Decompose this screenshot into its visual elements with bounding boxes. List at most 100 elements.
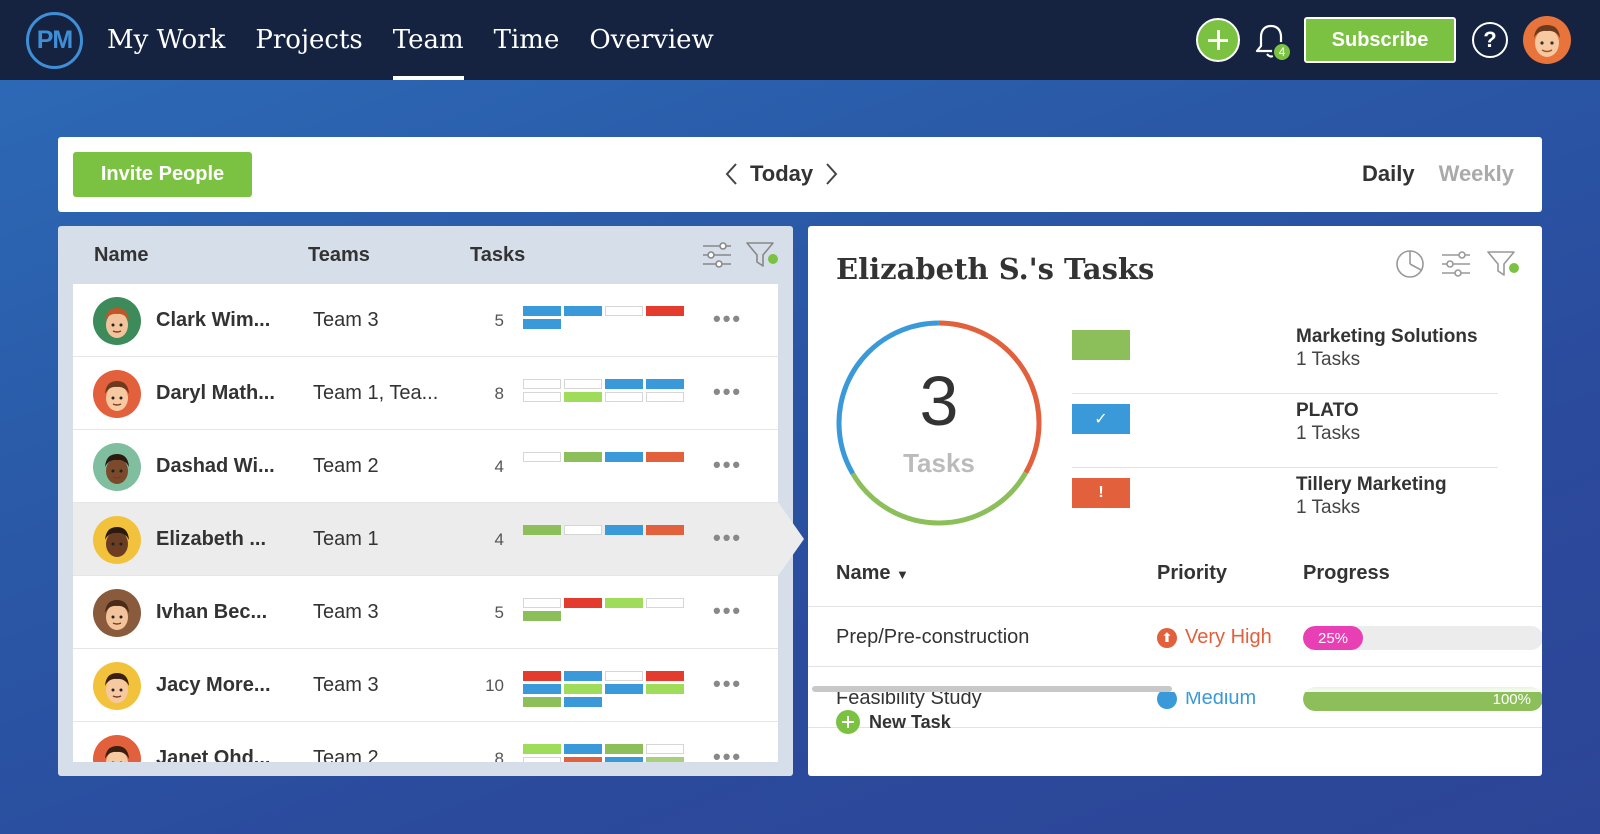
weekly-toggle[interactable]: Weekly xyxy=(1439,161,1514,187)
task-segment xyxy=(605,671,643,681)
pie-chart-icon[interactable] xyxy=(1394,248,1426,280)
task-bar-line xyxy=(523,611,687,621)
project-name: Marketing Solutions xyxy=(1296,326,1478,347)
member-team: Team 2 xyxy=(313,747,379,762)
task-segment xyxy=(564,744,602,754)
member-name: Dashad Wi... xyxy=(156,455,275,477)
task-bars xyxy=(523,452,687,465)
chevron-right-icon[interactable] xyxy=(825,162,839,186)
total-task-count: 3 xyxy=(919,362,959,440)
priority-column-header[interactable]: Priority xyxy=(1157,562,1227,585)
task-row[interactable]: Prep/Pre-construction ⬆ Very High 25% xyxy=(808,607,1542,667)
task-segment xyxy=(523,671,561,681)
current-date-label[interactable]: Today xyxy=(750,161,813,187)
member-team: Team 1 xyxy=(313,528,379,550)
task-bar-line xyxy=(523,306,687,316)
task-segment xyxy=(605,379,643,389)
task-name-header-label: Name xyxy=(836,562,891,584)
task-count: 5 xyxy=(494,311,504,330)
name-column-header[interactable]: Name xyxy=(94,244,148,267)
team-member-row[interactable]: Jacy More... Team 3 10 ••• xyxy=(73,649,778,722)
avatar xyxy=(93,662,141,710)
nav-my-work[interactable]: My Work xyxy=(92,0,240,80)
team-member-row[interactable]: Clark Wim... Team 3 5 ••• xyxy=(73,284,778,357)
task-segment xyxy=(646,525,684,535)
team-member-row[interactable]: Elizabeth ... Team 1 4 ••• xyxy=(73,503,778,576)
team-member-row[interactable]: Ivhan Bec... Team 3 5 ••• xyxy=(73,576,778,649)
task-count: 8 xyxy=(494,384,504,403)
task-segment xyxy=(564,525,602,535)
help-icon[interactable]: ? xyxy=(1472,22,1508,58)
task-segment xyxy=(605,525,643,535)
nav-projects[interactable]: Projects xyxy=(240,0,377,80)
task-segment xyxy=(564,452,602,462)
member-task-detail: Elizabeth S.'s Tasks 3 Tasks Marketing S… xyxy=(808,226,1542,776)
task-segment xyxy=(523,744,561,754)
task-segment xyxy=(564,671,602,681)
member-name: Elizabeth ... xyxy=(156,528,267,550)
pm-logo[interactable]: PM xyxy=(26,12,83,69)
nav-overview[interactable]: Overview xyxy=(574,0,728,80)
task-name: Prep/Pre-construction xyxy=(836,626,1030,648)
more-options-icon[interactable]: ••• xyxy=(713,671,742,697)
sliders-icon[interactable] xyxy=(701,240,733,270)
task-segment xyxy=(564,598,602,608)
task-segment xyxy=(646,379,684,389)
filter-icon[interactable] xyxy=(1486,248,1520,280)
tasks-column-header[interactable]: Tasks xyxy=(470,244,525,267)
member-name: Jacy More... xyxy=(156,674,271,696)
invite-people-button[interactable]: Invite People xyxy=(73,152,252,197)
priority-label: Very High xyxy=(1185,626,1272,648)
teams-column-header[interactable]: Teams xyxy=(308,244,370,267)
avatar xyxy=(93,370,141,418)
nav-team[interactable]: Team xyxy=(378,0,479,80)
task-progress-bar: 25% xyxy=(1303,626,1542,650)
team-member-row[interactable]: Daryl Math... Team 1, Tea... 8 ••• xyxy=(73,357,778,430)
horizontal-scrollbar[interactable] xyxy=(812,686,1172,692)
more-options-icon[interactable]: ••• xyxy=(713,452,742,478)
task-segment xyxy=(605,684,643,694)
more-options-icon[interactable]: ••• xyxy=(713,598,742,624)
user-avatar[interactable] xyxy=(1523,16,1571,64)
project-task-count: 1 Tasks xyxy=(1296,349,1361,370)
task-segment xyxy=(605,306,643,316)
more-options-icon[interactable]: ••• xyxy=(713,744,742,762)
arrow-up-icon: ⬆ xyxy=(1157,627,1177,648)
task-bars xyxy=(523,379,687,405)
task-segment xyxy=(646,684,684,694)
progress-column-header[interactable]: Progress xyxy=(1303,562,1390,585)
task-segment xyxy=(605,392,643,402)
chevron-left-icon[interactable] xyxy=(724,162,738,186)
nav-time[interactable]: Time xyxy=(479,0,575,80)
team-member-row[interactable]: Dashad Wi... Team 2 4 ••• xyxy=(73,430,778,503)
project-task-count: 1 Tasks xyxy=(1296,423,1361,444)
more-options-icon[interactable]: ••• xyxy=(713,525,742,551)
member-team: Team 3 xyxy=(313,674,379,696)
task-bar-line xyxy=(523,697,687,707)
caret-down-icon: ▼ xyxy=(896,567,909,582)
date-toolbar: Invite People Today Daily Weekly xyxy=(58,137,1542,212)
project-legend-item[interactable]: ✓ PLATO 1 Tasks xyxy=(1072,394,1502,468)
progress-fill: 25% xyxy=(1303,626,1363,650)
more-options-icon[interactable]: ••• xyxy=(713,379,742,405)
task-segment xyxy=(523,598,561,608)
team-member-row[interactable]: Janet Ohd... Team 2 8 ••• xyxy=(73,722,778,762)
project-legend-item[interactable]: ! Tillery Marketing 1 Tasks xyxy=(1072,468,1502,542)
member-name: Janet Ohd... xyxy=(156,747,271,762)
task-segment xyxy=(646,671,684,681)
subscribe-button[interactable]: Subscribe xyxy=(1304,17,1456,63)
more-options-icon[interactable]: ••• xyxy=(713,306,742,332)
filter-icon[interactable] xyxy=(745,240,779,270)
task-name-column-header[interactable]: Name ▼ xyxy=(836,562,909,585)
task-bar-line xyxy=(523,452,687,462)
task-bar-line xyxy=(523,598,687,608)
add-new-icon[interactable] xyxy=(1196,18,1240,62)
new-task-button[interactable]: New Task xyxy=(836,710,951,734)
daily-toggle[interactable]: Daily xyxy=(1362,161,1415,187)
sliders-icon[interactable] xyxy=(1440,248,1472,280)
new-task-label: New Task xyxy=(869,711,951,732)
project-legend-item[interactable]: Marketing Solutions 1 Tasks xyxy=(1072,320,1502,394)
avatar xyxy=(93,516,141,564)
task-priority: ⬆ Very High xyxy=(1157,626,1272,649)
task-segment xyxy=(564,697,602,707)
